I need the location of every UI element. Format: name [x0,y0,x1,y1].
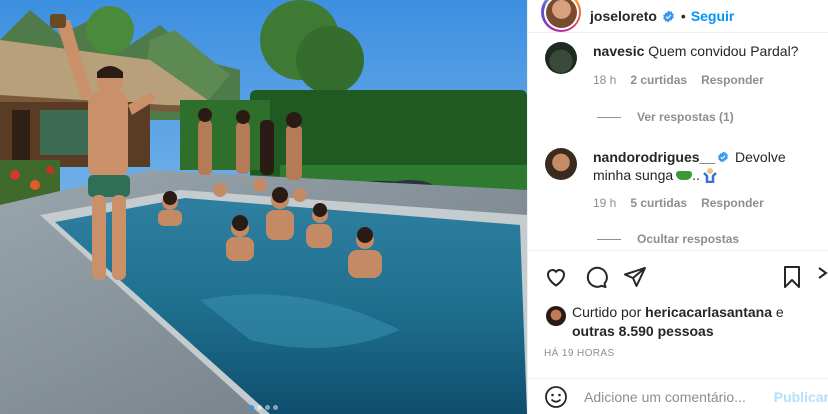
post-photo[interactable] [0,0,527,414]
shorts-emoji-icon [676,171,693,180]
hide-replies-toggle[interactable]: Ocultar respostas [597,232,739,246]
liker-username[interactable]: hericacarlasantana [645,304,772,320]
comment-input[interactable] [584,388,767,405]
post-side-panel: joseloreto • Seguir navesic Quem convido… [527,0,828,414]
post-timestamp[interactable]: HÁ 19 HORAS [544,348,615,359]
comment-likes[interactable]: 2 curtidas [630,73,687,87]
bookmark-icon[interactable] [780,265,804,289]
comment-meta: 18 h 2 curtidas Responder [593,73,823,87]
pool-party-photo [0,0,527,414]
comment-text: nandorodrigues__ Devolve minha sunga.. [593,148,823,184]
more-icon[interactable] [816,265,828,289]
comment-item: nandorodrigues__ Devolve minha sunga.. 1… [545,148,823,210]
carousel-dots [0,405,527,410]
follow-button[interactable]: Seguir [691,8,735,24]
likes-text: Curtido por hericacarlasantana e outras … [572,303,784,341]
reply-button[interactable]: Responder [701,73,764,87]
likes-joiner: e [775,304,784,320]
emoji-icon[interactable] [544,385,568,409]
view-replies-label: Ver respostas (1) [637,110,734,124]
comment-time: 18 h [593,73,617,87]
author-username[interactable]: joseloreto [590,8,657,24]
commenter-username[interactable]: nandorodrigues__ [593,149,715,165]
share-icon[interactable] [623,265,647,289]
replies-line [597,238,621,240]
commenter-avatar[interactable] [545,148,577,180]
comment-item: navesic Quem convidou Pardal? 18 h 2 cur… [545,42,823,87]
reply-button[interactable]: Responder [701,196,764,210]
comment-content-line2: minha sunga [593,167,674,183]
likes-prefix: Curtido por [572,304,642,320]
comment-likes[interactable]: 5 curtidas [630,196,687,210]
comment-text: navesic Quem convidou Pardal? [593,42,823,60]
comment-icon[interactable] [584,265,608,289]
carousel-dot[interactable] [273,405,278,410]
commenter-username[interactable]: navesic [593,43,644,59]
view-replies-toggle[interactable]: Ver respostas (1) [597,110,734,124]
carousel-dot[interactable] [265,405,270,410]
comment-content: Quem convidou Pardal? [648,43,799,59]
hide-replies-label: Ocultar respostas [637,232,740,246]
man-shrugging-emoji-icon [703,168,717,183]
comment-content: Devolve [735,149,786,165]
comment-time: 19 h [593,196,617,210]
publish-button[interactable]: Publicar [774,389,828,405]
post-actions-bar [528,250,828,296]
carousel-dot[interactable] [249,405,254,410]
comment-meta: 19 h 5 curtidas Responder [593,196,823,210]
liker-avatar[interactable] [546,306,566,326]
comment-dots: .. [692,167,700,183]
commenter-avatar[interactable] [545,42,577,74]
post-header: joseloreto • Seguir [528,0,828,33]
replies-line [597,116,621,118]
heart-icon[interactable] [544,265,568,289]
verified-icon [718,151,729,163]
likes-others[interactable]: outras 8.590 pessoas [572,323,714,339]
author-avatar[interactable] [541,0,581,32]
add-comment-bar: Publicar [528,378,828,414]
likes-summary: Curtido por hericacarlasantana e outras … [546,303,784,341]
header-separator: • [680,8,686,24]
carousel-dot[interactable] [257,405,262,410]
verified-icon [663,10,674,22]
